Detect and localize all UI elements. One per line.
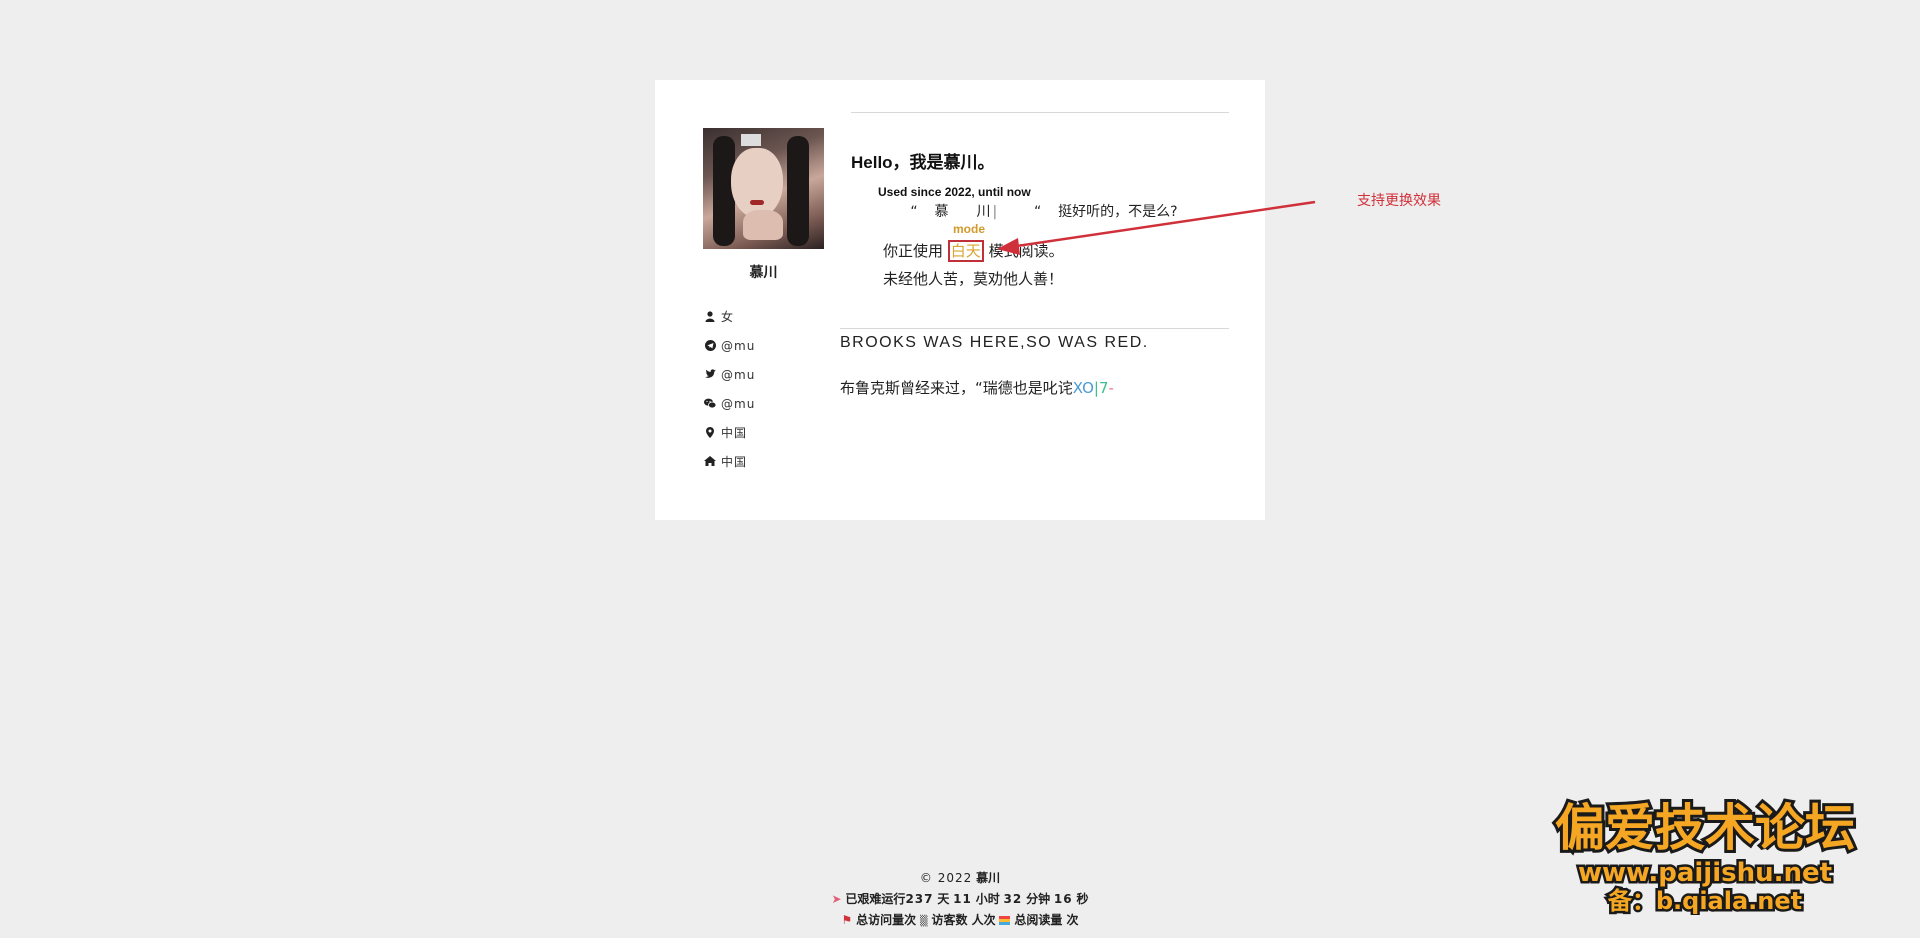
annotation-text: 支持更换效果: [1357, 193, 1441, 209]
total-reads: 总阅读量 次: [1014, 913, 1079, 927]
total-visits: 总访问量次: [856, 913, 917, 927]
uptime-prefix: 已艰难运行: [845, 892, 906, 906]
watermark-line3: 备：b.qiala.net: [1607, 887, 1802, 915]
uptime-days: 237: [905, 892, 934, 906]
uptime-hours-unit: 小时: [975, 892, 1000, 906]
watermark-line1: 偏爱技术论坛: [1555, 799, 1855, 857]
uptime-hours: 11: [953, 892, 972, 906]
visitors-icon: ▒: [919, 916, 928, 927]
uptime-days-unit: 天: [937, 892, 950, 906]
rainbow-icon: [999, 916, 1011, 925]
uptime-seconds-unit: 秒: [1076, 892, 1089, 906]
uptime-minutes: 32: [1003, 892, 1023, 906]
flag-icon: ⚑: [841, 913, 853, 927]
copyright-prefix: © 2022: [919, 871, 973, 885]
page: 慕川 女 @mu @mu @mu 中国 中国 Hello，我是慕川。 Used …: [0, 0, 1920, 938]
watermark-line2: www.paijishu.net: [1578, 858, 1832, 888]
uptime-minutes-unit: 分钟: [1026, 892, 1051, 906]
rocket-icon: ➤: [831, 892, 842, 906]
copyright-name[interactable]: 慕川: [976, 871, 1000, 885]
visitors: 访客数 人次: [931, 913, 996, 927]
forum-watermark: 偏爱技术论坛 www.paijishu.net 备：b.qiala.net: [1552, 796, 1858, 915]
uptime-seconds: 16: [1053, 892, 1073, 906]
